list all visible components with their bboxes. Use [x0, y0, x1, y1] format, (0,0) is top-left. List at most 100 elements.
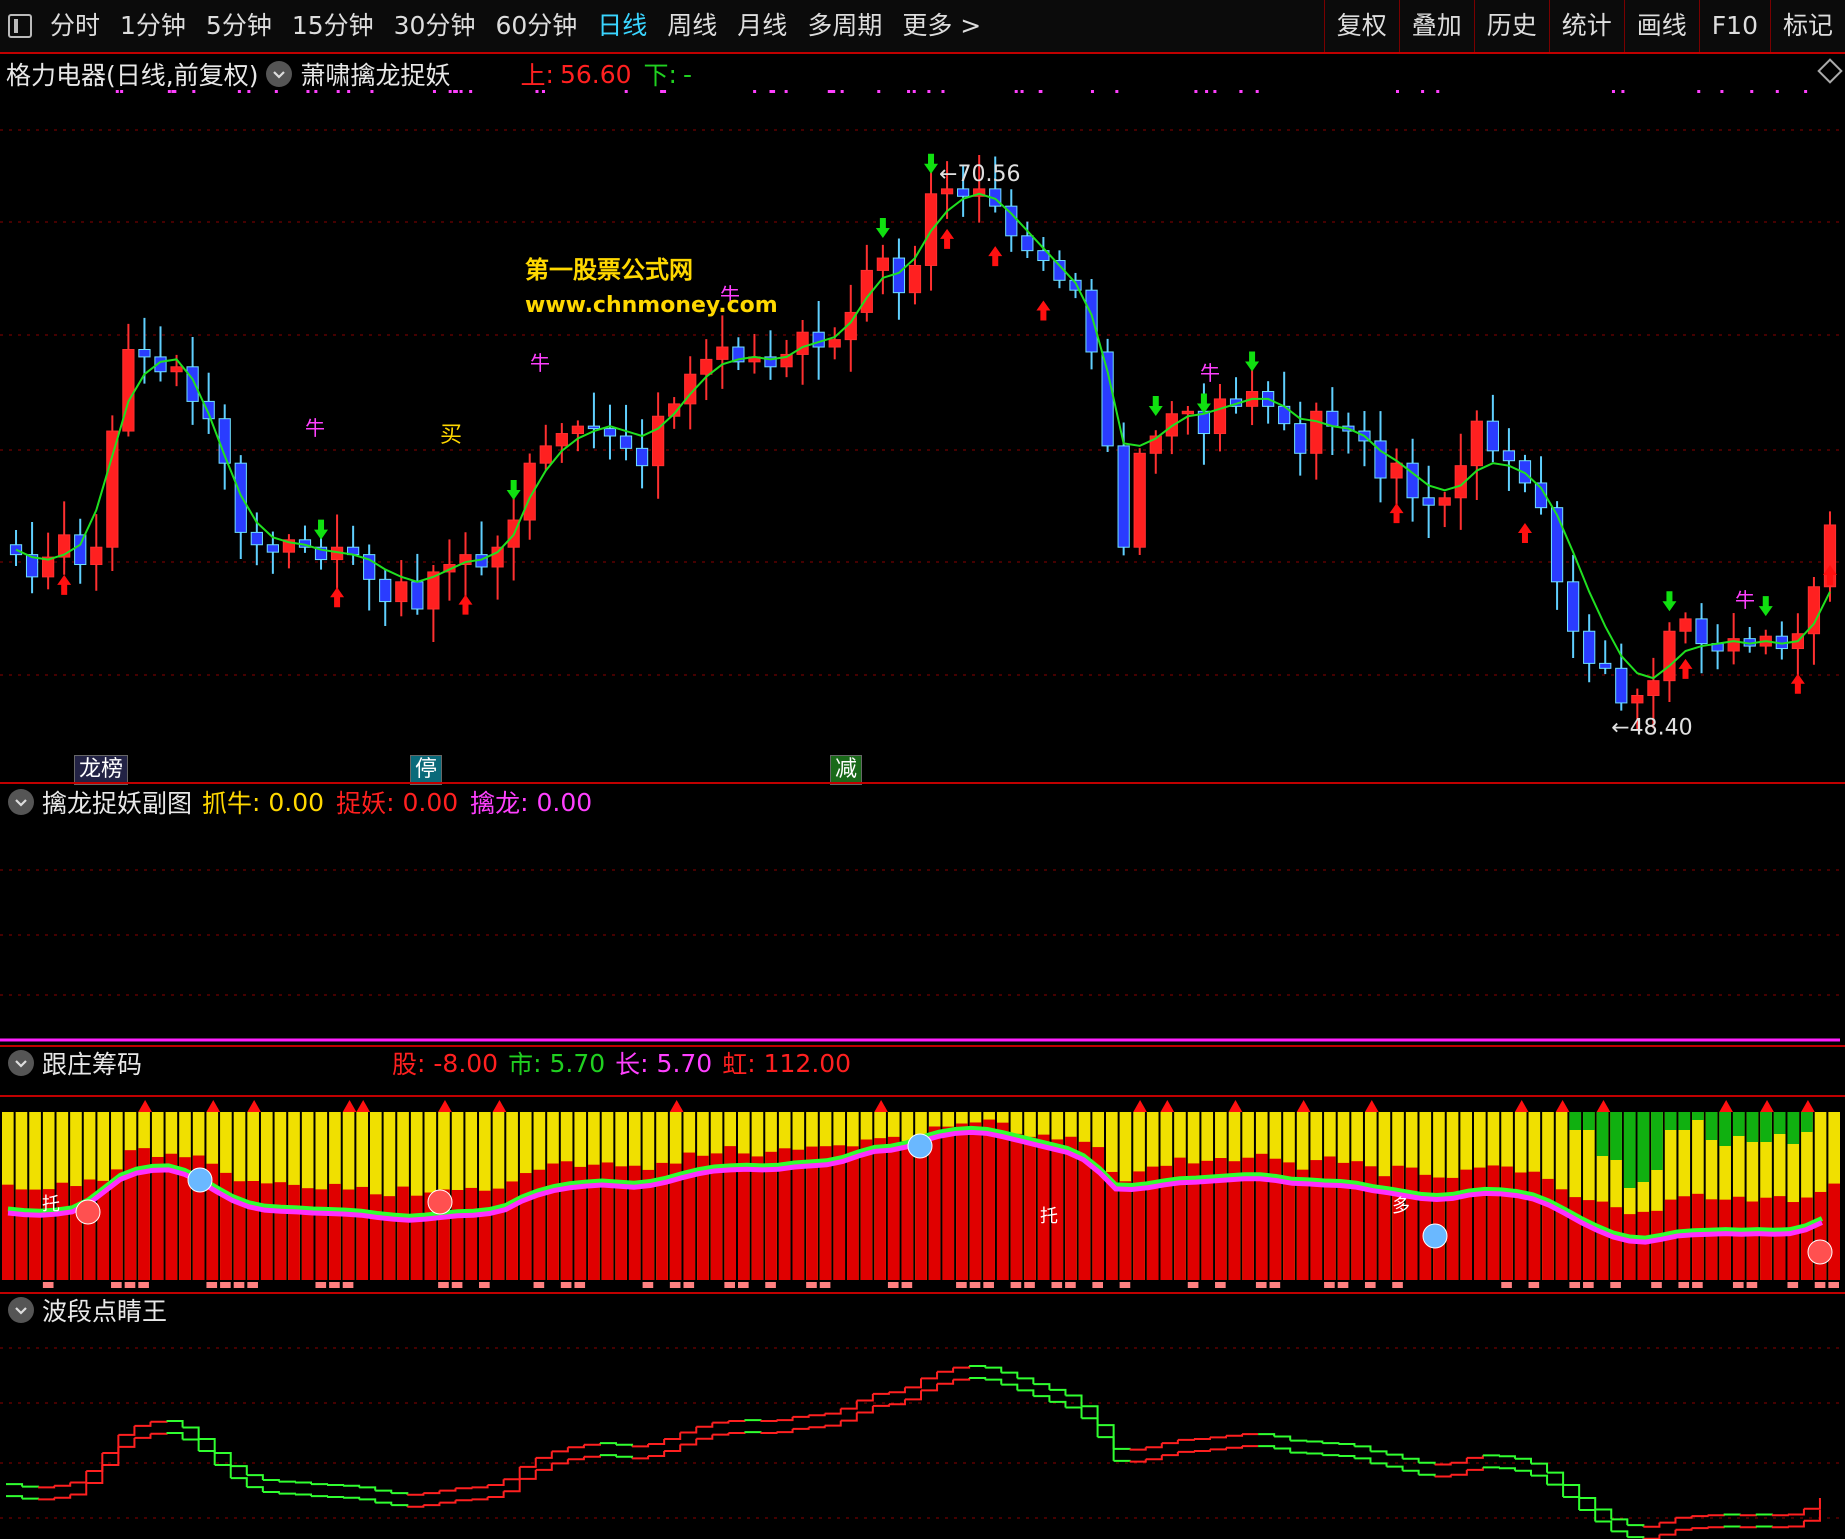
chip-ball-1 — [907, 1133, 933, 1159]
chip-bar-red — [751, 1156, 764, 1280]
sub3-title: 波段点睛王 — [42, 1297, 168, 1326]
wave-step-lower — [439, 1500, 457, 1504]
chip-bottom-mark — [574, 1282, 586, 1288]
chip-bottom-mark — [1187, 1282, 1199, 1288]
tab-8[interactable]: 月线 — [727, 0, 797, 52]
wave-step-lower — [985, 1378, 1003, 1385]
toolbar-button-5[interactable]: F10 — [1698, 0, 1770, 52]
tab-0[interactable]: 分时 — [40, 0, 110, 52]
chip-bar-red — [1501, 1166, 1513, 1280]
chip-bottom-mark — [642, 1282, 654, 1288]
signal-dot — [1213, 90, 1217, 93]
chip-bar-green — [1610, 1112, 1622, 1160]
wave-step-lower — [808, 1425, 826, 1429]
toolbar-button-6[interactable]: 标记 — [1769, 0, 1845, 52]
diamond-icon[interactable] — [1817, 58, 1843, 84]
toolbar-button-0[interactable]: 复权 — [1323, 0, 1399, 52]
tab-3[interactable]: 15分钟 — [282, 0, 384, 52]
wave-step — [583, 1443, 601, 1446]
wave-step — [760, 1419, 778, 1422]
sub3-dropdown-icon[interactable] — [8, 1297, 34, 1323]
candle-body — [1599, 662, 1612, 669]
candle-body — [90, 546, 103, 566]
zhuoyao-value: 0.00 — [402, 787, 459, 817]
wave-step-lower — [1498, 1467, 1516, 1471]
sub2-dropdown-icon[interactable] — [8, 1050, 34, 1076]
wave-step — [327, 1483, 345, 1486]
wave-step — [551, 1447, 569, 1453]
sub1-dropdown-icon[interactable] — [8, 789, 34, 815]
chip-ball-3 — [75, 1199, 101, 1225]
chip-triangle — [138, 1100, 152, 1112]
wave-step-lower — [54, 1494, 72, 1499]
tab-10[interactable]: 更多 > — [892, 0, 991, 52]
chip-triangle — [1760, 1100, 1774, 1112]
candle-body — [1133, 452, 1146, 548]
wave-step-lower — [102, 1446, 120, 1466]
toolbar-button-2[interactable]: 历史 — [1473, 0, 1549, 52]
wave-step-lower — [471, 1496, 489, 1501]
sell-arrow — [1245, 351, 1260, 372]
tab-2[interactable]: 5分钟 — [196, 0, 282, 52]
panel-toggle-icon[interactable] — [0, 0, 40, 52]
wave-step-lower — [792, 1427, 810, 1430]
wave-step-lower — [696, 1434, 714, 1440]
toolbar-button-3[interactable]: 统计 — [1548, 0, 1624, 52]
wave-step — [375, 1489, 393, 1494]
wave-step — [102, 1434, 120, 1454]
chip-bottom-mark — [1065, 1282, 1076, 1288]
buy-arrow — [1790, 673, 1805, 694]
wave-step — [1691, 1515, 1709, 1518]
sell-arrow — [1148, 396, 1163, 416]
signal-dot — [769, 90, 773, 93]
wave-step-lower — [664, 1444, 682, 1453]
signal-dot — [784, 90, 788, 93]
chip-bottom-mark — [124, 1282, 136, 1288]
signal-dot — [663, 90, 667, 93]
wave-step-lower — [551, 1459, 569, 1465]
chip-bar-green — [1705, 1112, 1718, 1140]
signal-dot — [753, 90, 757, 93]
wave-step-lower — [519, 1469, 537, 1480]
signal-dot — [1115, 90, 1119, 93]
wave-step — [776, 1416, 794, 1422]
chip-bar-red — [1583, 1200, 1595, 1280]
chip-bottom-mark — [1010, 1282, 1022, 1288]
signal-dot — [1194, 90, 1198, 93]
wave-step — [712, 1420, 730, 1424]
tab-6[interactable]: 日线 — [587, 0, 657, 52]
chip-bottom-mark — [1692, 1282, 1703, 1288]
wave-step — [599, 1442, 617, 1445]
wave-step-lower — [1739, 1526, 1757, 1529]
toolbar-button-1[interactable]: 叠加 — [1398, 0, 1474, 52]
tab-5[interactable]: 60分钟 — [485, 0, 587, 52]
candle-body — [700, 358, 713, 375]
wave-step — [182, 1426, 200, 1440]
chip-bar-red — [738, 1153, 750, 1280]
signal-dot — [1205, 90, 1209, 93]
wave-step-lower — [1547, 1483, 1565, 1497]
wave-step-lower — [1033, 1395, 1051, 1402]
chip-triangle — [206, 1100, 221, 1112]
chip-bar-red — [915, 1138, 927, 1280]
toolbar-button-4[interactable]: 画线 — [1623, 0, 1699, 52]
chip-triangle — [1296, 1100, 1311, 1112]
dropdown-icon[interactable] — [266, 61, 293, 87]
tab-9[interactable]: 多周期 — [797, 0, 892, 52]
signal-dot — [306, 90, 310, 93]
wave-step-lower — [22, 1497, 40, 1500]
qinlong-label: 擒龙 — [470, 789, 521, 818]
tab-4[interactable]: 30分钟 — [384, 0, 486, 52]
wave-step-lower — [1306, 1452, 1324, 1456]
wave-step — [567, 1444, 585, 1449]
wave-step-lower — [1531, 1474, 1549, 1485]
tab-7[interactable]: 周线 — [657, 0, 727, 52]
hong-label: 虹 — [722, 1050, 748, 1079]
tab-1[interactable]: 1分钟 — [110, 0, 196, 52]
wave-step-lower — [567, 1456, 585, 1461]
chip-triangle — [1133, 1100, 1147, 1112]
wave-step — [311, 1483, 329, 1486]
chip-bar-red — [329, 1183, 341, 1280]
chip-bottom-mark — [1732, 1282, 1744, 1288]
candle-body — [1502, 450, 1516, 462]
